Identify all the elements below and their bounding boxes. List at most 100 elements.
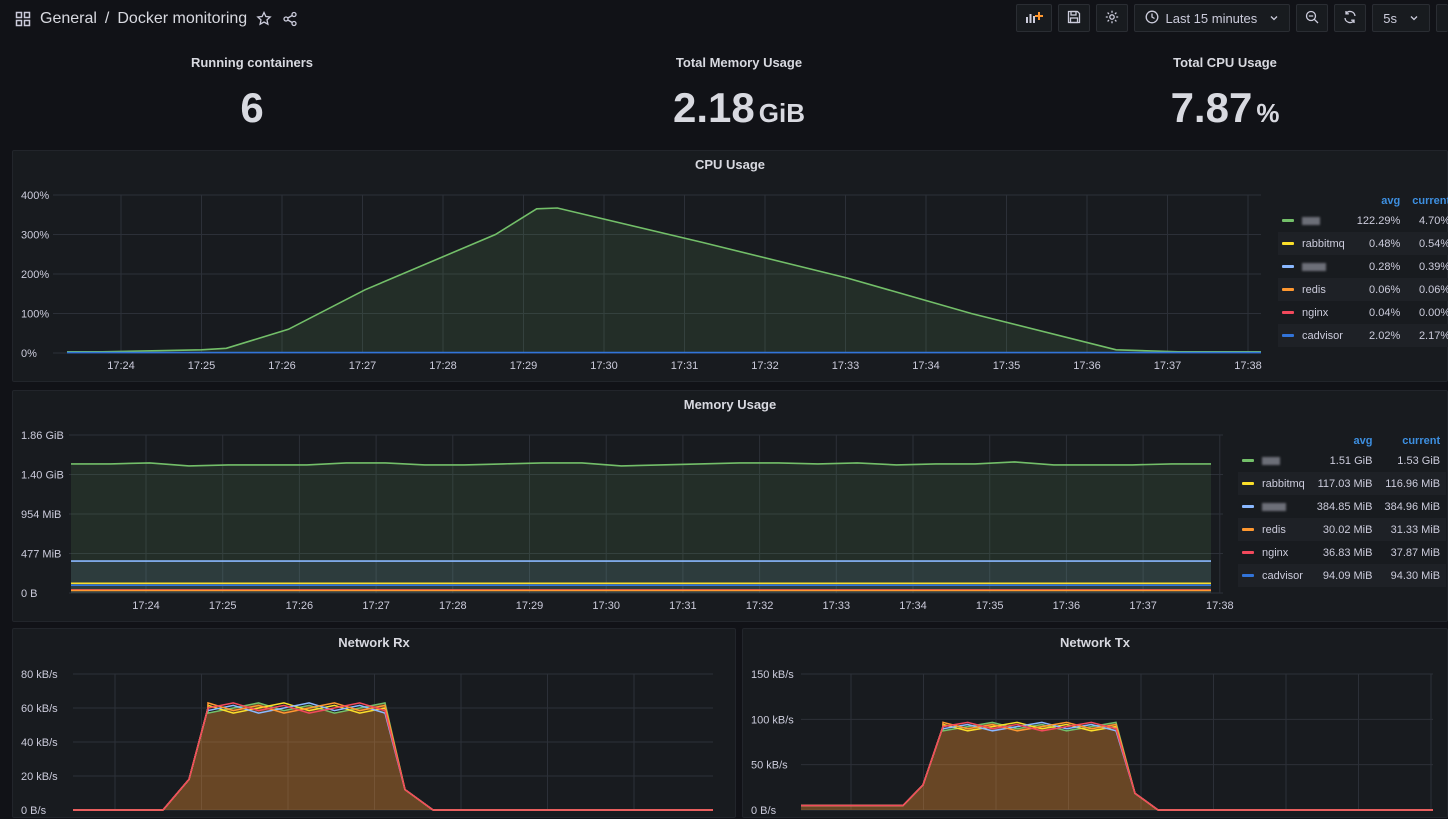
legend-row[interactable]: 122.29% 4.70% xyxy=(1278,209,1448,232)
legend-color-swatch[interactable] xyxy=(1282,288,1294,292)
legend-series-name[interactable]: nginx xyxy=(1278,301,1351,324)
legend-series-name[interactable] xyxy=(1278,209,1351,232)
legend-color-swatch[interactable] xyxy=(1242,574,1254,578)
x-tick-label: 17:36 xyxy=(1053,600,1081,612)
legend-series-name[interactable] xyxy=(1238,495,1311,518)
legend-color-swatch[interactable] xyxy=(1242,505,1254,509)
breadcrumb-folder[interactable]: General xyxy=(40,10,97,28)
legend-color-swatch[interactable] xyxy=(1282,219,1294,223)
x-tick-label: 17:33 xyxy=(823,600,851,612)
x-tick-label: 17:26 xyxy=(286,600,314,612)
network-tx-panel[interactable]: Network Tx 0 B/s 50 kB/s 100 kB/s 150 kB/s xyxy=(742,628,1448,818)
dashboard-settings-button[interactable] xyxy=(1096,4,1129,32)
x-tick-label: 17:31 xyxy=(671,360,699,372)
y-tick-label: 0% xyxy=(21,348,37,360)
legend-current-value: 0.00% xyxy=(1418,306,1448,319)
redacted-name xyxy=(1302,262,1326,271)
legend-current-value: 0.54% xyxy=(1406,232,1448,255)
dashboard-title[interactable]: Docker monitoring xyxy=(117,10,247,28)
x-tick-label: 17:37 xyxy=(1129,600,1157,612)
legend-series-name[interactable]: cadvisor xyxy=(1278,324,1351,347)
refresh-interval-picker[interactable]: 5s xyxy=(1372,4,1430,32)
add-panel-button[interactable] xyxy=(1016,4,1053,32)
legend-series-name[interactable] xyxy=(1278,255,1351,278)
legend-series-name[interactable]: cadvisor xyxy=(1238,564,1311,587)
legend-avg-value: 1.51 GiB xyxy=(1329,454,1373,467)
legend-color-swatch[interactable] xyxy=(1242,482,1254,486)
legend-row[interactable]: redis 0.06% 0.06% xyxy=(1278,278,1448,301)
legend-row[interactable]: rabbitmq 0.48% 0.54% xyxy=(1278,232,1448,255)
x-tick-label: 17:32 xyxy=(746,600,774,612)
legend-color-swatch[interactable] xyxy=(1242,459,1254,463)
view-mode-button[interactable] xyxy=(1436,4,1448,32)
legend-header[interactable]: avg xyxy=(1311,433,1379,449)
legend-color-swatch[interactable] xyxy=(1282,334,1294,338)
legend-series-name[interactable]: nginx xyxy=(1238,541,1311,564)
legend-series-name[interactable]: redis xyxy=(1238,518,1311,541)
legend-row[interactable]: 0.28% 0.39% xyxy=(1278,255,1448,278)
legend-row[interactable]: nginx 36.83 MiB 37.87 MiB xyxy=(1238,541,1446,564)
zoom-out-icon xyxy=(1305,10,1319,27)
legend-header[interactable]: current xyxy=(1406,193,1448,209)
series-area xyxy=(67,208,1261,353)
legend-series-name[interactable]: rabbitmq xyxy=(1278,232,1351,255)
legend-current-value: 1.53 GiB xyxy=(1397,454,1441,467)
legend-current-value: 37.87 MiB xyxy=(1390,546,1441,559)
stat-title: Total Memory Usage xyxy=(675,55,803,70)
network-rx-chart: 0 B/s20 kB/s40 kB/s60 kB/s80 kB/s xyxy=(21,669,713,817)
memory-usage-panel[interactable]: Memory Usage 0 B 477 MiB 954 MiB 1.40 GiB 1.… xyxy=(12,390,1448,622)
y-tick-label: 40 kB/s xyxy=(21,737,58,749)
legend-avg-value: 94.09 MiB xyxy=(1310,564,1379,587)
legend-header[interactable]: avg xyxy=(1351,193,1406,209)
stat-number: 2.18 xyxy=(673,84,755,131)
y-tick-label: 300% xyxy=(21,230,49,242)
y-tick-label: 50 kB/s xyxy=(751,760,788,772)
stat-unit: GiB xyxy=(758,98,805,128)
x-tick-label: 17:38 xyxy=(1234,360,1262,372)
legend-current-value: 31.33 MiB xyxy=(1378,518,1447,541)
legend-series-name[interactable]: rabbitmq xyxy=(1238,472,1311,495)
x-tick-label: 17:27 xyxy=(362,600,390,612)
time-picker-button[interactable]: Last 15 minutes xyxy=(1134,4,1291,32)
share-icon[interactable] xyxy=(281,10,299,28)
legend-color-swatch[interactable] xyxy=(1242,551,1254,555)
legend-row[interactable]: cadvisor 94.09 MiB 94.30 MiB xyxy=(1238,564,1447,587)
legend-color-swatch[interactable] xyxy=(1282,265,1294,269)
legend-color-swatch[interactable] xyxy=(1282,311,1294,315)
x-tick-label: 17:26 xyxy=(268,360,296,372)
legend-avg-value: 30.02 MiB xyxy=(1310,518,1379,541)
cpu-usage-panel[interactable]: CPU Usage 0% 100% 200% 300% 400% 17:24 17:25 17… xyxy=(12,150,1448,382)
legend-header[interactable]: current xyxy=(1378,433,1446,449)
x-tick-label: 17:30 xyxy=(592,600,620,612)
save-dashboard-button[interactable] xyxy=(1058,4,1091,32)
legend-row[interactable]: 1.51 GiB 1.53 GiB xyxy=(1238,449,1446,472)
legend-avg-value: 36.83 MiB xyxy=(1322,546,1373,559)
legend-row[interactable]: rabbitmq 117.03 MiB 116.96 MiB xyxy=(1238,472,1447,495)
refresh-button[interactable] xyxy=(1334,4,1367,32)
legend-color-swatch[interactable] xyxy=(1242,528,1254,532)
legend-current-value: 94.30 MiB xyxy=(1378,564,1447,587)
zoom-out-button[interactable] xyxy=(1296,4,1329,32)
save-icon xyxy=(1067,10,1081,27)
legend-avg-value: 384.85 MiB xyxy=(1316,500,1373,513)
network-tx-chart: 0 B/s50 kB/s100 kB/s150 kB/s xyxy=(751,669,1433,817)
x-tick-label: 17:27 xyxy=(349,360,377,372)
y-tick-label: 200% xyxy=(21,269,49,281)
legend-row[interactable]: 384.85 MiB 384.96 MiB xyxy=(1238,495,1446,518)
legend-avg-value: 0.28% xyxy=(1369,260,1401,273)
y-tick-label: 150 kB/s xyxy=(751,669,794,681)
y-tick-label: 477 MiB xyxy=(21,549,61,561)
network-rx-panel[interactable]: Network Rx 0 B/s 20 kB/s 40 kB/s 60 kB/s 80 … xyxy=(12,628,736,818)
legend-avg-value: 117.03 MiB xyxy=(1310,472,1379,495)
legend-row[interactable]: nginx 0.04% 0.00% xyxy=(1278,301,1448,324)
apps-grid-icon[interactable] xyxy=(14,10,32,28)
x-tick-label: 17:31 xyxy=(669,600,697,612)
legend-color-swatch[interactable] xyxy=(1282,242,1294,246)
stat-title: Running containers xyxy=(190,55,314,70)
x-tick-label: 17:28 xyxy=(429,360,457,372)
legend-row[interactable]: redis 30.02 MiB 31.33 MiB xyxy=(1238,518,1447,541)
legend-series-name[interactable] xyxy=(1238,449,1311,472)
star-icon[interactable] xyxy=(255,10,273,28)
legend-row[interactable]: cadvisor 2.02% 2.17% xyxy=(1278,324,1448,347)
legend-series-name[interactable]: redis xyxy=(1278,278,1351,301)
